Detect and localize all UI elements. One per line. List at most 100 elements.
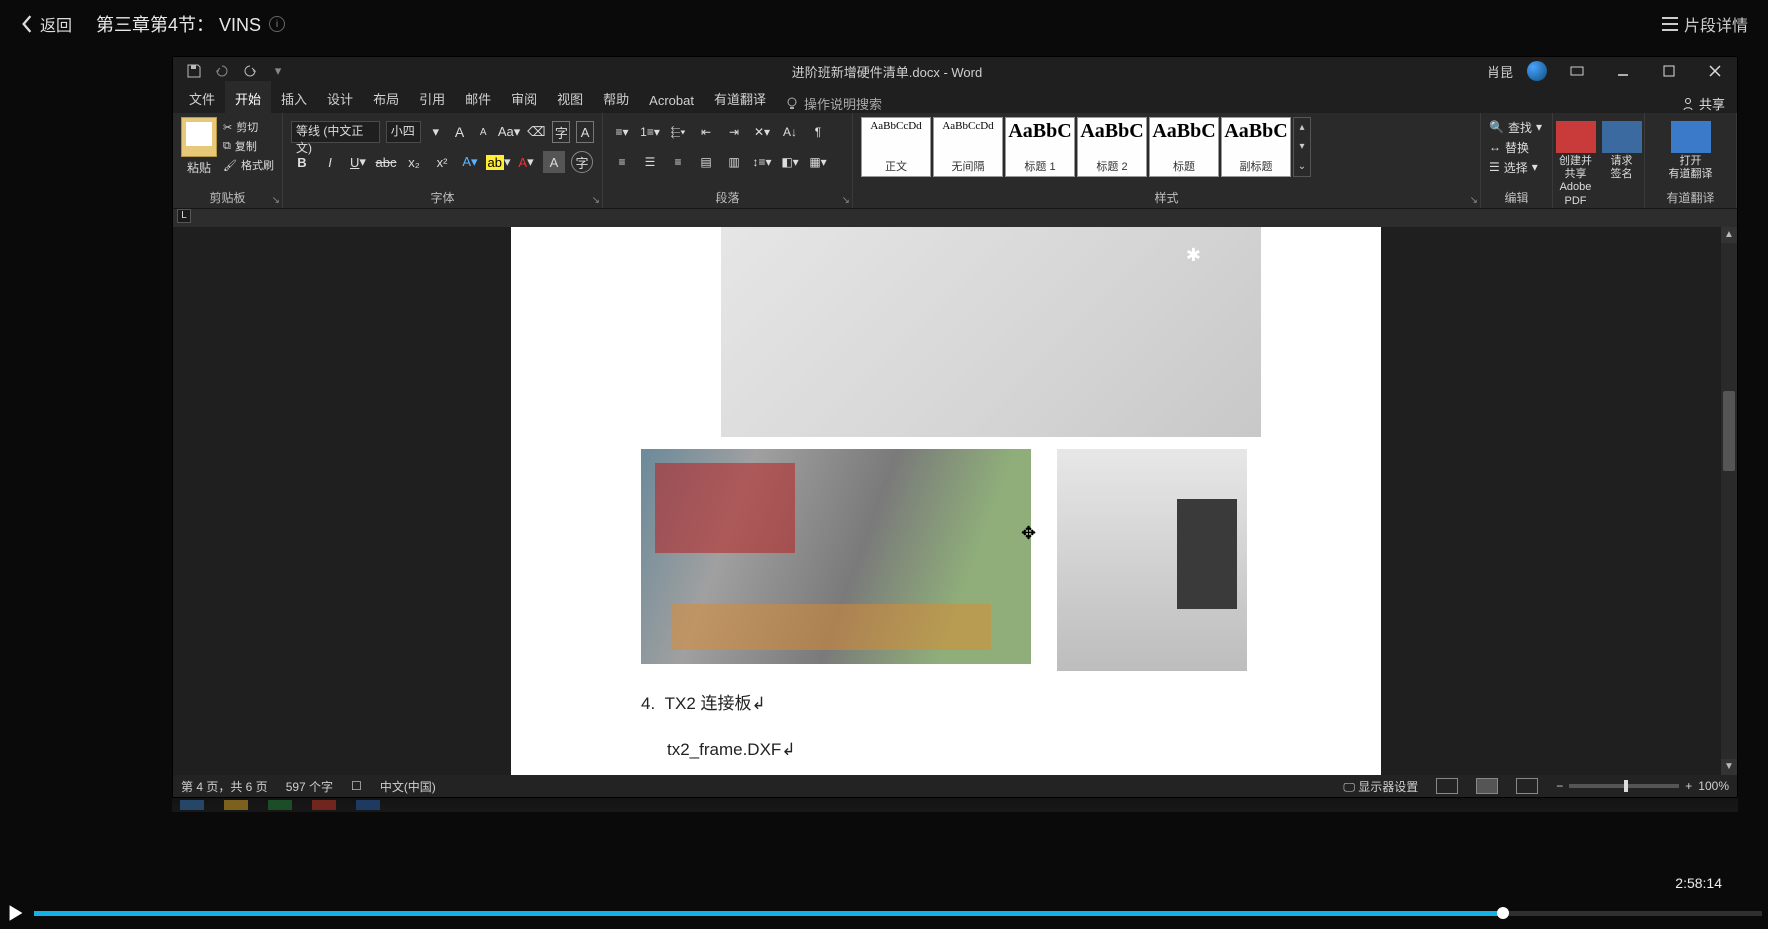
scroll-up-icon[interactable]: ▲ <box>1721 227 1737 243</box>
tab-design[interactable]: 设计 <box>317 83 363 113</box>
style-title[interactable]: AaBbC标题 <box>1149 117 1219 177</box>
zoom-in-icon[interactable]: + <box>1685 779 1692 793</box>
font-name-select[interactable]: 等线 (中文正文) <box>291 121 380 143</box>
sort-icon[interactable]: A↓ <box>779 121 801 143</box>
shading-icon[interactable]: ◧▾ <box>779 151 801 173</box>
status-words[interactable]: 597 个字 <box>286 778 333 795</box>
status-page[interactable]: 第 4 页，共 6 页 <box>181 778 268 795</box>
copy-button[interactable]: ⧉ 复制 <box>223 138 274 154</box>
bold-icon[interactable]: B <box>291 151 313 173</box>
tab-insert[interactable]: 插入 <box>271 83 317 113</box>
decrease-indent-icon[interactable]: ⇤ <box>695 121 717 143</box>
chevron-down-icon[interactable]: ▾ <box>427 121 445 143</box>
ribbon-display-icon[interactable] <box>1561 59 1593 83</box>
tab-mailings[interactable]: 邮件 <box>455 83 501 113</box>
styles-more-icon[interactable]: ▴▾⌄ <box>1293 117 1311 177</box>
taskbar-item[interactable] <box>356 800 380 810</box>
tab-view[interactable]: 视图 <box>547 83 593 113</box>
ruler[interactable]: L <box>173 209 1737 227</box>
char-shading-icon[interactable]: A <box>543 151 565 173</box>
select-button[interactable]: ☰ 选择 ▾ <box>1489 157 1544 177</box>
document-text[interactable]: 4. TX2 连接板↲ <box>641 689 1381 714</box>
align-left-icon[interactable]: ≡ <box>611 151 633 173</box>
taskbar-item[interactable] <box>224 800 248 810</box>
change-case-icon[interactable]: Aa▾ <box>498 121 520 143</box>
scroll-thumb[interactable] <box>1723 391 1735 471</box>
tab-home[interactable]: 开始 <box>225 81 271 113</box>
asian-layout-icon[interactable]: ✕▾ <box>751 121 773 143</box>
increase-indent-icon[interactable]: ⇥ <box>723 121 745 143</box>
tab-acrobat[interactable]: Acrobat <box>639 87 704 113</box>
taskbar-item[interactable] <box>180 800 204 810</box>
view-print-icon[interactable] <box>1476 778 1498 794</box>
line-spacing-icon[interactable]: ↕≡▾ <box>751 151 773 173</box>
enclose-char-icon[interactable]: 字 <box>571 151 593 173</box>
grow-font-icon[interactable]: A <box>451 121 469 143</box>
document-text[interactable]: tx2_frame.DXF↲ <box>667 740 1381 760</box>
close-icon[interactable] <box>1699 59 1731 83</box>
paste-button[interactable]: 粘贴 <box>181 117 217 176</box>
font-color-icon[interactable]: A▾ <box>515 151 537 173</box>
find-button[interactable]: 🔍 查找 ▾ <box>1489 117 1544 137</box>
info-icon[interactable]: i <box>269 16 285 32</box>
format-painter-button[interactable]: 🖌 格式刷 <box>223 157 274 173</box>
show-marks-icon[interactable]: ¶ <box>807 121 829 143</box>
embedded-image[interactable] <box>641 449 1031 664</box>
vertical-scrollbar[interactable]: ▲ ▼ <box>1721 227 1737 775</box>
phonetic-icon[interactable]: 字 <box>552 121 570 143</box>
dialog-launcher-icon[interactable]: ↘ <box>272 195 280 206</box>
share-button[interactable]: 共享 <box>1681 94 1725 113</box>
dialog-launcher-icon[interactable]: ↘ <box>592 195 600 206</box>
create-pdf-button[interactable]: 创建并共享Adobe PDF <box>1556 117 1596 208</box>
align-right-icon[interactable]: ≡ <box>667 151 689 173</box>
bullets-icon[interactable]: ≡▾ <box>611 121 633 143</box>
underline-icon[interactable]: U▾ <box>347 151 369 173</box>
back-button[interactable]: 返回 <box>20 12 72 36</box>
save-icon[interactable] <box>185 62 203 80</box>
tell-me[interactable]: 操作说明搜索 <box>786 94 882 113</box>
highlight-icon[interactable]: ab▾ <box>487 151 509 173</box>
font-size-select[interactable]: 小四 <box>386 121 421 143</box>
status-ime-icon[interactable]: ☐ <box>351 779 362 793</box>
maximize-icon[interactable] <box>1653 59 1685 83</box>
shrink-font-icon[interactable]: A <box>474 121 492 143</box>
style-subtitle[interactable]: AaBbC副标题 <box>1221 117 1291 177</box>
text-effects-icon[interactable]: A▾ <box>459 151 481 173</box>
request-sign-button[interactable]: 请求签名 <box>1602 117 1642 208</box>
char-border-icon[interactable]: A <box>576 121 594 143</box>
tabstop-selector-icon[interactable]: L <box>177 209 191 223</box>
replace-button[interactable]: ↔ 替换 <box>1489 137 1544 157</box>
embedded-image[interactable] <box>721 227 1261 437</box>
borders-icon[interactable]: ▦▾ <box>807 151 829 173</box>
undo-icon[interactable] <box>213 62 231 80</box>
zoom-value[interactable]: 100% <box>1698 779 1729 793</box>
dialog-launcher-icon[interactable]: ↘ <box>842 195 850 206</box>
taskbar-item[interactable] <box>268 800 292 810</box>
tab-file[interactable]: 文件 <box>179 83 225 113</box>
justify-icon[interactable]: ▤ <box>695 151 717 173</box>
status-lang[interactable]: 中文(中国) <box>380 778 436 795</box>
numbering-icon[interactable]: 1≡▾ <box>639 121 661 143</box>
zoom-control[interactable]: − + 100% <box>1556 779 1729 793</box>
taskbar-item[interactable] <box>312 800 336 810</box>
style-heading1[interactable]: AaBbC标题 1 <box>1005 117 1075 177</box>
detail-button[interactable]: 片段详情 <box>1662 12 1748 36</box>
zoom-out-icon[interactable]: − <box>1556 779 1563 793</box>
zoom-slider[interactable] <box>1569 784 1679 788</box>
document-area[interactable]: 4. TX2 连接板↲ tx2_frame.DXF↲ ✥ <box>173 227 1719 775</box>
subscript-icon[interactable]: x₂ <box>403 151 425 173</box>
strike-icon[interactable]: abc <box>375 151 397 173</box>
progress-bar[interactable] <box>34 911 1762 916</box>
style-normal[interactable]: AaBbCcDd正文 <box>861 117 931 177</box>
italic-icon[interactable]: I <box>319 151 341 173</box>
embedded-image[interactable] <box>1057 449 1247 671</box>
view-web-icon[interactable] <box>1516 778 1538 794</box>
progress-knob[interactable] <box>1497 907 1509 919</box>
style-heading2[interactable]: AaBbC标题 2 <box>1077 117 1147 177</box>
tab-references[interactable]: 引用 <box>409 83 455 113</box>
dialog-launcher-icon[interactable]: ↘ <box>1470 195 1478 206</box>
tab-layout[interactable]: 布局 <box>363 83 409 113</box>
play-button[interactable] <box>2 899 30 927</box>
minimize-icon[interactable] <box>1607 59 1639 83</box>
avatar[interactable] <box>1527 61 1547 81</box>
